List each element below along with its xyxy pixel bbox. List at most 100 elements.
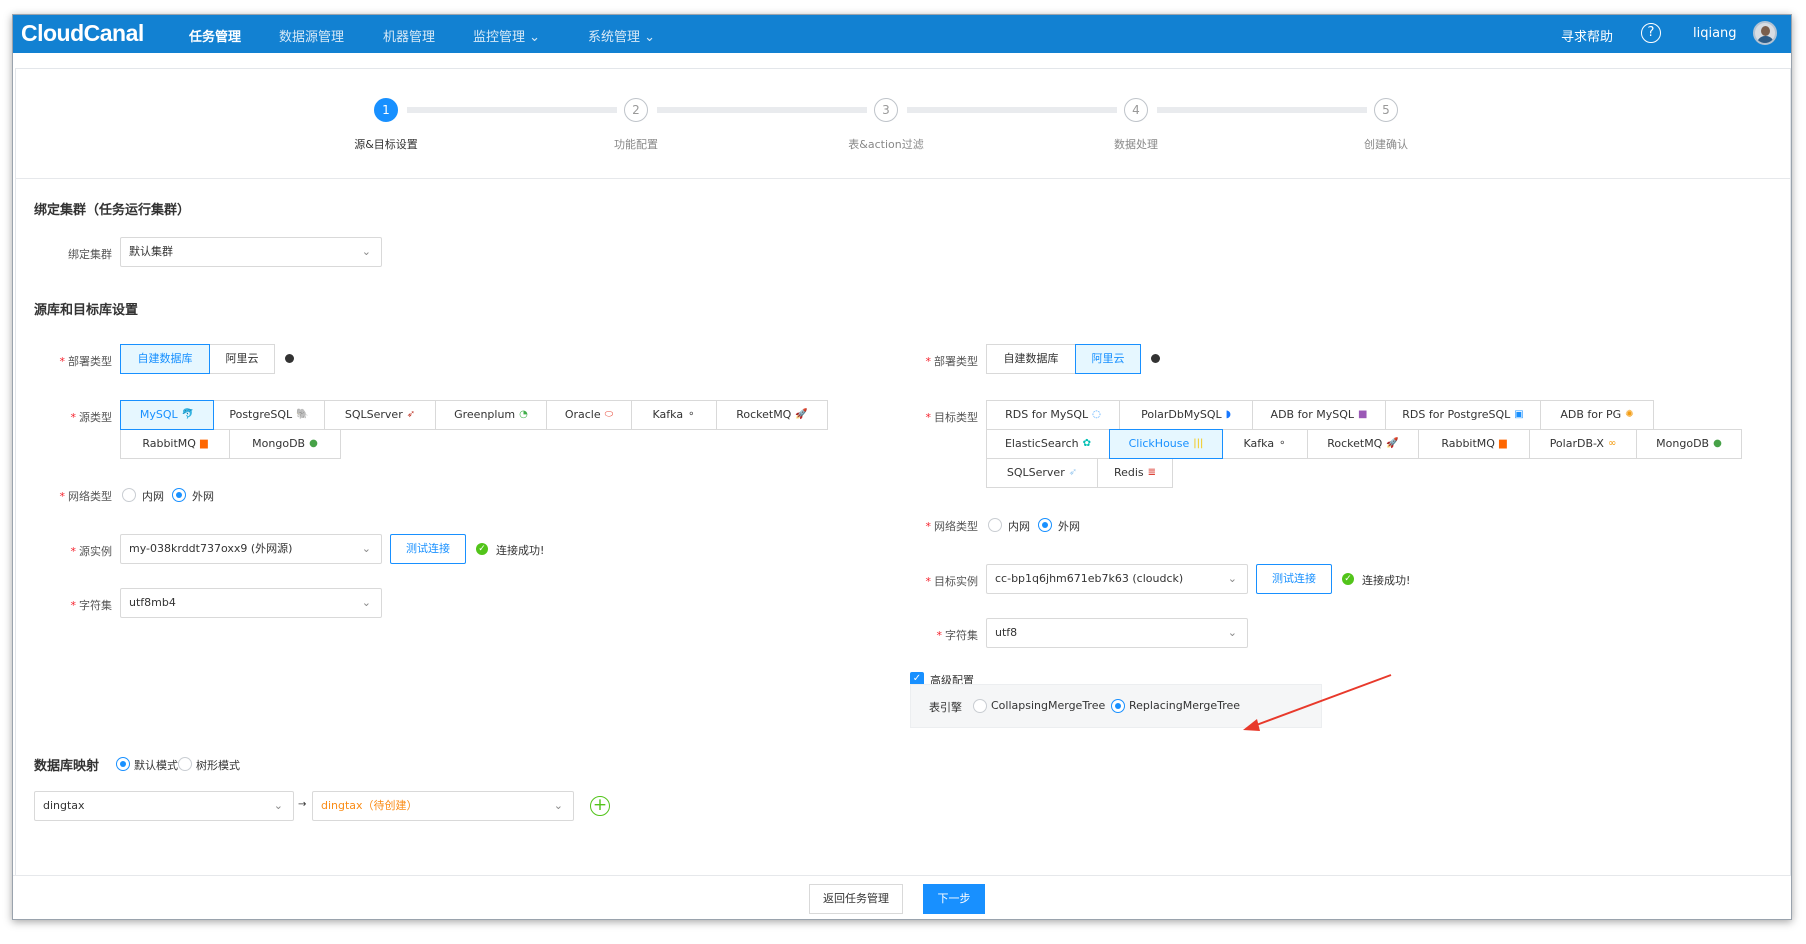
- source-type-postgresql[interactable]: PostgreSQL 🐘: [213, 400, 325, 430]
- nav-monitor-management[interactable]: 监控管理 ⌄: [473, 26, 540, 45]
- help-circle-icon[interactable]: ?: [1641, 23, 1661, 43]
- step-connector: [407, 107, 617, 113]
- source-test-connection-button[interactable]: 测试连接: [390, 534, 466, 564]
- polardb-icon: ◗: [1225, 409, 1231, 420]
- target-type-mongodb[interactable]: MongoDB ●: [1636, 429, 1742, 459]
- step-3-label: 表&action过滤: [848, 138, 924, 151]
- target-type-rabbitmq[interactable]: RabbitMQ ▆: [1418, 429, 1530, 459]
- engine-collapsing-label[interactable]: CollapsingMergeTree: [991, 699, 1105, 712]
- mapping-tree-label[interactable]: 树形模式: [196, 757, 240, 773]
- rocketmq-icon: 🚀: [795, 409, 808, 420]
- target-type-kafka[interactable]: Kafka ⚬: [1222, 429, 1308, 459]
- source-deploy-selfhosted[interactable]: 自建数据库: [120, 344, 210, 374]
- mapping-default-radio[interactable]: [116, 757, 130, 771]
- source-network-internal-radio[interactable]: [122, 488, 136, 502]
- engine-replacing-label[interactable]: ReplacingMergeTree: [1129, 699, 1240, 712]
- mapping-default-label[interactable]: 默认模式: [134, 757, 178, 773]
- nav-datasource-management[interactable]: 数据源管理: [279, 26, 344, 45]
- source-db-value: dingtax: [43, 799, 85, 812]
- target-type-polardb-mysql[interactable]: PolarDbMySQL ◗: [1119, 400, 1253, 430]
- source-type-rabbitmq[interactable]: RabbitMQ ▆: [120, 429, 230, 459]
- target-network-internal-radio[interactable]: [988, 518, 1002, 532]
- target-deploy-selfhosted[interactable]: 自建数据库: [986, 344, 1076, 374]
- source-type-rocketmq[interactable]: RocketMQ 🚀: [716, 400, 828, 430]
- back-to-tasks-button[interactable]: 返回任务管理: [809, 884, 903, 914]
- mapping-arrow-icon: →: [298, 799, 307, 810]
- target-type-rds-mysql[interactable]: RDS for MySQL ◌: [986, 400, 1120, 430]
- info-icon[interactable]: [285, 354, 294, 363]
- target-charset-select[interactable]: utf8 ⌄: [986, 618, 1248, 648]
- target-network-internal-label[interactable]: 内网: [1008, 518, 1030, 534]
- user-avatar[interactable]: [1753, 21, 1777, 45]
- source-charset-select[interactable]: utf8mb4 ⌄: [120, 588, 382, 618]
- target-instance-select[interactable]: cc-bp1q6jhm671eb7k63 (cloudck) ⌄: [986, 564, 1248, 594]
- add-mapping-icon[interactable]: +: [590, 796, 610, 816]
- nav-machine-management[interactable]: 机器管理: [383, 26, 435, 45]
- target-network-external-radio[interactable]: [1038, 518, 1052, 532]
- source-type-sqlserver[interactable]: SQLServer ➶: [324, 400, 436, 430]
- target-network-external-label[interactable]: 外网: [1058, 518, 1080, 534]
- info-icon[interactable]: [1151, 354, 1160, 363]
- target-network-label: * 网络类型: [925, 520, 979, 533]
- rabbitmq-icon: ▆: [199, 438, 208, 449]
- target-type-rocketmq[interactable]: RocketMQ 🚀: [1307, 429, 1419, 459]
- table-engine-panel: 表引擎 CollapsingMergeTree ReplacingMergeTr…: [910, 684, 1322, 728]
- step-5-label: 创建确认: [1364, 138, 1408, 151]
- target-type-adb-mysql[interactable]: ADB for MySQL ■: [1252, 400, 1386, 430]
- kafka-icon: ⚬: [687, 409, 696, 420]
- target-type-polardb-x[interactable]: PolarDB-X ∞: [1529, 429, 1637, 459]
- engine-collapsing-radio[interactable]: [973, 699, 987, 713]
- source-db-select[interactable]: dingtax ⌄: [34, 791, 294, 821]
- chevron-down-icon: ⌄: [1227, 572, 1237, 585]
- mapping-tree-radio[interactable]: [178, 757, 192, 771]
- target-charset-value: utf8: [995, 626, 1018, 639]
- mongodb-icon: ●: [1713, 438, 1722, 449]
- chevron-down-icon: ⌄: [1227, 626, 1237, 639]
- target-type-adb-pg[interactable]: ADB for PG ✺: [1540, 400, 1654, 430]
- target-type-clickhouse[interactable]: ClickHouse |||: [1109, 429, 1223, 459]
- nav-system-management[interactable]: 系统管理 ⌄: [588, 26, 655, 45]
- target-type-elasticsearch[interactable]: ElasticSearch ✿: [986, 429, 1110, 459]
- step-1-label: 源&目标设置: [354, 138, 418, 151]
- next-step-button[interactable]: 下一步: [923, 884, 985, 914]
- nav-task-management[interactable]: 任务管理: [189, 26, 241, 45]
- step-connector: [907, 107, 1117, 113]
- source-type-greenplum[interactable]: Greenplum ◔: [435, 400, 547, 430]
- check-circle-icon: ✓: [476, 543, 488, 555]
- cluster-select[interactable]: 默认集群 ⌄: [120, 237, 382, 267]
- chevron-down-icon: ⌄: [361, 542, 371, 555]
- source-deploy-aliyun[interactable]: 阿里云: [209, 344, 275, 374]
- cluster-section-title: 绑定集群（任务运行集群）: [34, 203, 191, 218]
- engine-replacing-radio[interactable]: [1111, 699, 1125, 713]
- chevron-down-icon: ⌄: [273, 799, 283, 812]
- target-type-rds-postgresql[interactable]: RDS for PostgreSQL ▣: [1385, 400, 1541, 430]
- cloudcanal-logo[interactable]: CloudCanal: [21, 20, 144, 47]
- source-connection-status: 连接成功!: [496, 544, 545, 557]
- source-type-mongodb[interactable]: MongoDB ●: [229, 429, 341, 459]
- source-network-external-radio[interactable]: [172, 488, 186, 502]
- adb-pg-icon: ✺: [1625, 409, 1634, 420]
- target-db-select[interactable]: dingtax（待创建） ⌄: [312, 791, 574, 821]
- source-network-internal-label[interactable]: 内网: [142, 488, 164, 504]
- step-3-circle: 3: [874, 98, 898, 122]
- help-link[interactable]: 寻求帮助: [1561, 26, 1613, 45]
- source-network-external-label[interactable]: 外网: [192, 488, 214, 504]
- target-deploy-aliyun[interactable]: 阿里云: [1075, 344, 1141, 374]
- wizard-steps: 1 2 3 4 5 源&目标设置 功能配置 表&action过滤 数据处理 创建…: [16, 69, 1790, 179]
- target-type-redis[interactable]: Redis ≣: [1097, 458, 1173, 488]
- source-type-oracle[interactable]: Oracle ⬭: [546, 400, 632, 430]
- source-type-mysql[interactable]: MySQL 🐬: [120, 400, 214, 430]
- sqlserver-icon: ➶: [406, 409, 416, 420]
- chevron-down-icon: ⌄: [361, 245, 371, 258]
- target-test-connection-button[interactable]: 测试连接: [1256, 564, 1332, 594]
- step-connector: [1157, 107, 1367, 113]
- db-section-title: 源库和目标库设置: [34, 303, 139, 318]
- step-4-circle: 4: [1124, 98, 1148, 122]
- target-connection-status: 连接成功!: [1362, 574, 1411, 587]
- target-type-sqlserver[interactable]: SQLServer ➶: [986, 458, 1098, 488]
- source-instance-select[interactable]: my-038krddt737oxx9 (外网源) ⌄: [120, 534, 382, 564]
- clickhouse-icon: |||: [1193, 438, 1204, 449]
- user-name[interactable]: liqiang: [1693, 26, 1737, 41]
- step-2-label: 功能配置: [614, 138, 658, 151]
- source-type-kafka[interactable]: Kafka ⚬: [631, 400, 717, 430]
